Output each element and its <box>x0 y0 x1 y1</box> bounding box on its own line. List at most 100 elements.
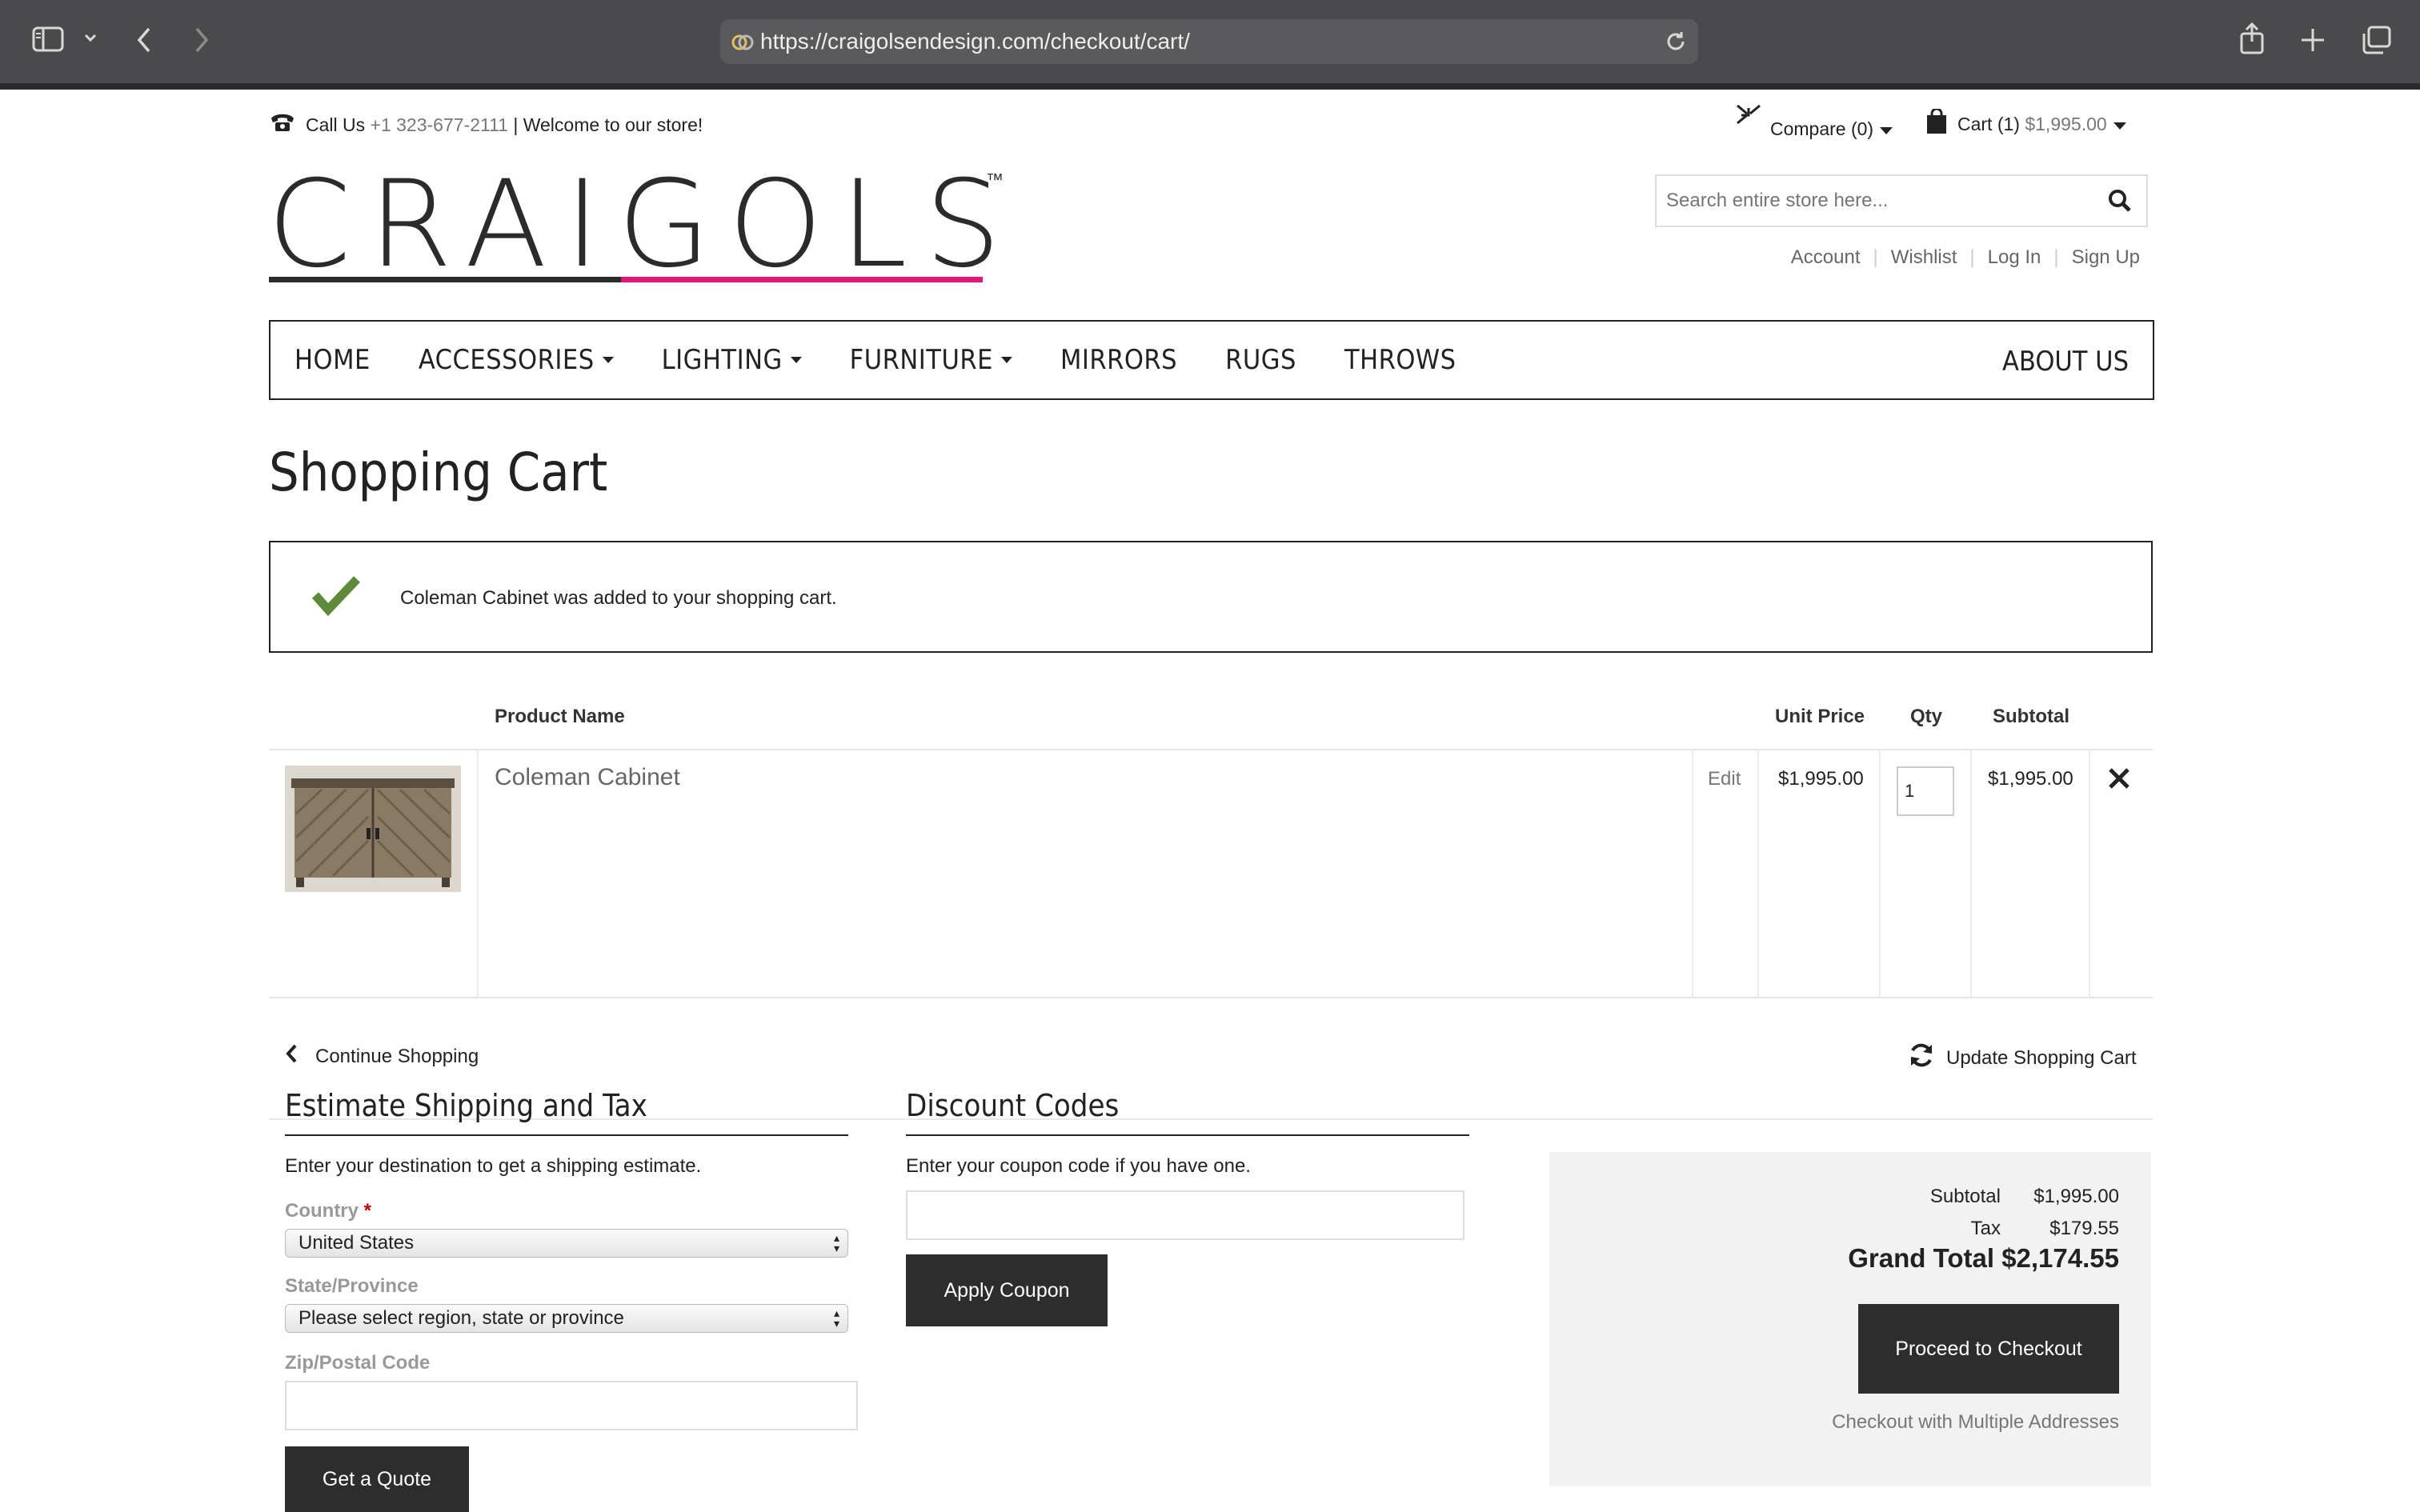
column-divider <box>2089 749 2090 998</box>
nav-item-rugs[interactable]: RUGS <box>1225 344 1296 376</box>
cart-link[interactable]: Cart (1) $1,995.00 <box>1925 107 2126 139</box>
compare-label: Compare (0) <box>1770 118 1874 139</box>
coupon-code-input[interactable] <box>906 1190 1464 1240</box>
separator: | <box>1969 246 1975 268</box>
chevron-left-icon <box>285 1043 298 1070</box>
nav-item-label: HOME <box>294 344 371 376</box>
tax-value: $179.55 <box>2049 1218 2119 1239</box>
signup-link[interactable]: Sign Up <box>2072 246 2140 269</box>
state-select-value: Please select region, state or province <box>298 1307 624 1329</box>
page-title: Shopping Cart <box>269 442 608 503</box>
cart-label: Cart (1) <box>1957 113 2020 134</box>
nav-item-label: MIRRORS <box>1060 344 1178 376</box>
compare-icon <box>1735 102 1762 131</box>
logo-underline-accent <box>621 277 983 282</box>
proceed-to-checkout-button[interactable]: Proceed to Checkout <box>1858 1304 2119 1394</box>
refresh-icon <box>1908 1042 1935 1074</box>
grand-total-label: Grand Total <box>1848 1243 1994 1273</box>
select-arrows-icon: ▴ ▾ <box>833 1231 839 1254</box>
nav-item-lighting[interactable]: LIGHTING <box>662 344 802 376</box>
nav-item-label: LIGHTING <box>661 344 783 376</box>
column-divider <box>1757 749 1759 998</box>
caret-down-icon <box>602 357 614 363</box>
separator: | <box>2053 246 2059 268</box>
compare-link[interactable]: Compare (0) <box>1735 104 1893 140</box>
row-subtotal: $1,995.00 <box>1988 768 2073 790</box>
sidebar-toggle-icon[interactable] <box>32 26 64 53</box>
wishlist-link[interactable]: Wishlist <box>1891 246 1957 269</box>
discount-title-rule <box>906 1134 1469 1136</box>
tax-label: Tax <box>1970 1218 2001 1239</box>
table-divider <box>269 997 2153 998</box>
forward-icon[interactable] <box>192 26 211 54</box>
nav-item-accessories[interactable]: ACCESSORIES <box>419 344 614 376</box>
col-header-subtotal: Subtotal <box>1993 706 2069 727</box>
col-header-qty: Qty <box>1910 706 1943 727</box>
country-select[interactable]: United States ▴ ▾ <box>285 1229 848 1258</box>
address-bar[interactable]: https://craigolsendesign.com/checkout/ca… <box>720 19 1698 64</box>
phone-number[interactable]: +1 323-677-2111 <box>371 114 508 136</box>
new-tab-icon[interactable] <box>2300 27 2326 53</box>
product-thumbnail[interactable] <box>285 766 461 892</box>
get-quote-button[interactable]: Get a Quote <box>285 1446 469 1512</box>
logo-trademark: ™ <box>986 170 1004 190</box>
back-icon[interactable] <box>134 26 154 54</box>
contact-bar: Call Us +1 323-677-2111 | Welcome to our… <box>269 112 703 138</box>
nav-item-about-us[interactable]: ABOUT US <box>2002 346 2129 378</box>
multiple-addresses-link[interactable]: Checkout with Multiple Addresses <box>1832 1411 2119 1434</box>
continue-shopping-button[interactable]: Continue Shopping <box>285 1043 479 1070</box>
nav-item-home[interactable]: HOME <box>294 344 371 376</box>
cart-totals: Subtotal $1,995.00 Tax $179.55 Grand Tot… <box>1549 1152 2151 1486</box>
discount-title: Discount Codes <box>906 1088 1120 1123</box>
account-link[interactable]: Account <box>1791 246 1861 269</box>
nav-item-label: FURNITURE <box>849 344 993 376</box>
update-cart-label: Update Shopping Cart <box>1946 1046 2137 1069</box>
state-select[interactable]: Please select region, state or province … <box>285 1304 848 1333</box>
nav-item-mirrors[interactable]: MIRRORS <box>1060 344 1177 376</box>
product-name-link[interactable]: Coleman Cabinet <box>495 764 680 791</box>
remove-item-icon[interactable] <box>2108 763 2130 798</box>
site-security-icon <box>731 32 754 58</box>
reload-icon[interactable] <box>1663 29 1689 60</box>
subtotal-value: $1,995.00 <box>2033 1186 2119 1207</box>
caret-down-icon <box>1000 357 1012 363</box>
nav-item-label: THROWS <box>1344 344 1456 376</box>
shipping-title: Estimate Shipping and Tax <box>285 1088 647 1123</box>
zip-input[interactable] <box>285 1381 858 1430</box>
tab-overview-icon[interactable] <box>2361 26 2391 54</box>
checkmark-icon <box>311 573 362 622</box>
table-divider <box>269 749 2153 750</box>
share-icon[interactable] <box>2239 22 2265 54</box>
country-select-value: United States <box>298 1232 415 1254</box>
logo-wordmark: CRAIGOLSEN <box>267 166 1012 294</box>
column-divider <box>1879 749 1881 998</box>
column-divider <box>477 749 479 998</box>
nav-item-label: RUGS <box>1225 344 1296 376</box>
qty-input[interactable]: 1 <box>1897 766 1954 816</box>
search-input[interactable] <box>1665 176 2100 226</box>
nav-item-furniture[interactable]: FURNITURE <box>850 344 1012 376</box>
edit-item-link[interactable]: Edit <box>1708 768 1741 790</box>
chevron-down-icon[interactable] <box>83 32 98 43</box>
toolbar-divider <box>0 83 2420 90</box>
success-message-text: Coleman Cabinet was added to your shoppi… <box>400 587 837 609</box>
col-header-product-name: Product Name <box>495 706 625 727</box>
call-us-label: Call Us <box>306 114 366 135</box>
url-text: https://craigolsendesign.com/checkout/ca… <box>760 29 1190 54</box>
logo-underline-dark <box>269 277 621 282</box>
nav-item-throws[interactable]: THROWS <box>1344 344 1456 376</box>
state-label: State/Province <box>285 1275 419 1297</box>
browser-toolbar: https://craigolsendesign.com/checkout/ca… <box>0 0 2420 83</box>
select-arrows-icon: ▴ ▾ <box>833 1306 839 1330</box>
grand-total-value: $2,174.55 <box>2001 1243 2119 1273</box>
account-links: Account | Wishlist | Log In | Sign Up <box>1791 246 2140 269</box>
search-icon[interactable] <box>2108 189 2132 217</box>
apply-coupon-button[interactable]: Apply Coupon <box>906 1254 1108 1326</box>
login-link[interactable]: Log In <box>1988 246 2041 269</box>
success-message: Coleman Cabinet was added to your shoppi… <box>269 541 2153 653</box>
shipping-intro: Enter your destination to get a shipping… <box>285 1155 702 1177</box>
update-cart-button[interactable]: Update Shopping Cart <box>1908 1042 2137 1074</box>
country-label: Country * <box>285 1200 371 1222</box>
main-nav: HOME ACCESSORIES LIGHTING FURNITURE MIRR… <box>269 320 2154 400</box>
separator: | <box>1873 246 1878 268</box>
